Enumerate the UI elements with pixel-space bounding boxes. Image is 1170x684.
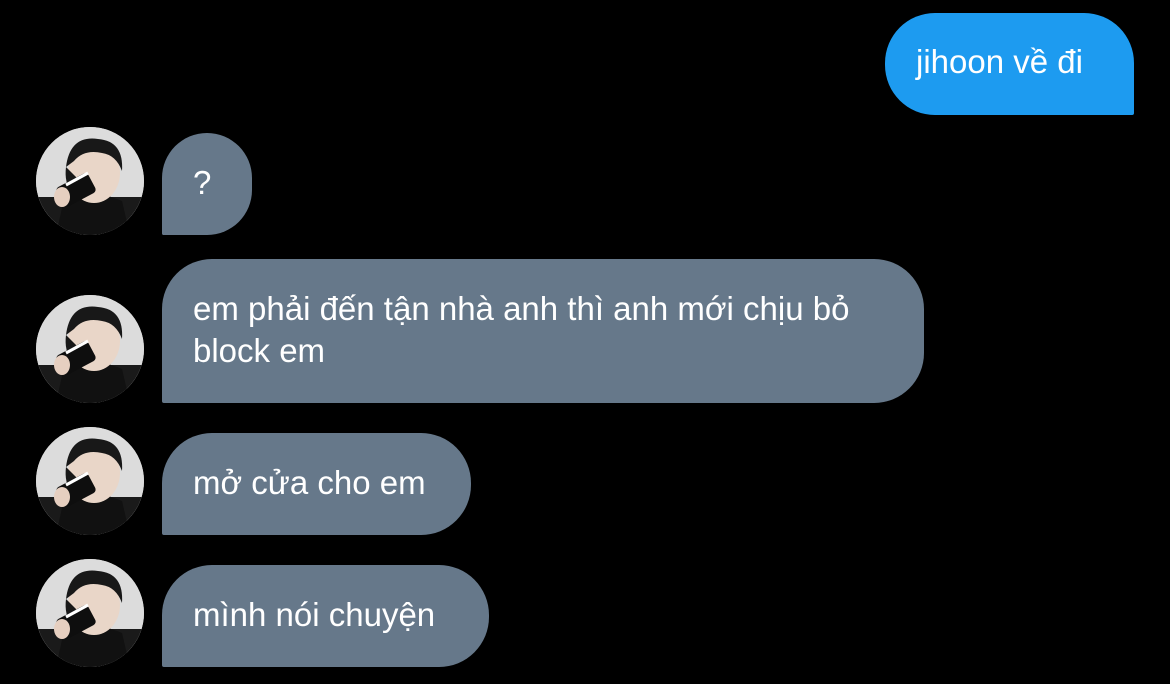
received-message-bubble[interactable]: mở cửa cho em <box>162 433 471 535</box>
contact-avatar[interactable] <box>36 559 144 667</box>
message-text: mình nói chuyện <box>193 596 436 633</box>
avatar-photo-icon <box>36 295 144 403</box>
message-text: ? <box>193 164 212 201</box>
avatar-photo-icon <box>36 559 144 667</box>
message-text: mở cửa cho em <box>193 464 426 501</box>
contact-avatar[interactable] <box>36 427 144 535</box>
message-text: jihoon về đi <box>916 43 1083 80</box>
avatar-photo-icon <box>36 427 144 535</box>
avatar-photo-icon <box>36 127 144 235</box>
received-message-bubble[interactable]: mình nói chuyện <box>162 565 489 667</box>
received-message-bubble[interactable]: ? <box>162 133 252 235</box>
sent-message-bubble[interactable]: jihoon về đi <box>885 13 1134 115</box>
message-text: em phải đến tận nhà anh thì anh mới chịu… <box>193 290 850 369</box>
contact-avatar[interactable] <box>36 127 144 235</box>
chat-thread: jihoon về đi ? em phải đến tận nhà anh t… <box>0 0 1170 684</box>
received-message-bubble[interactable]: em phải đến tận nhà anh thì anh mới chịu… <box>162 259 924 403</box>
contact-avatar[interactable] <box>36 295 144 403</box>
